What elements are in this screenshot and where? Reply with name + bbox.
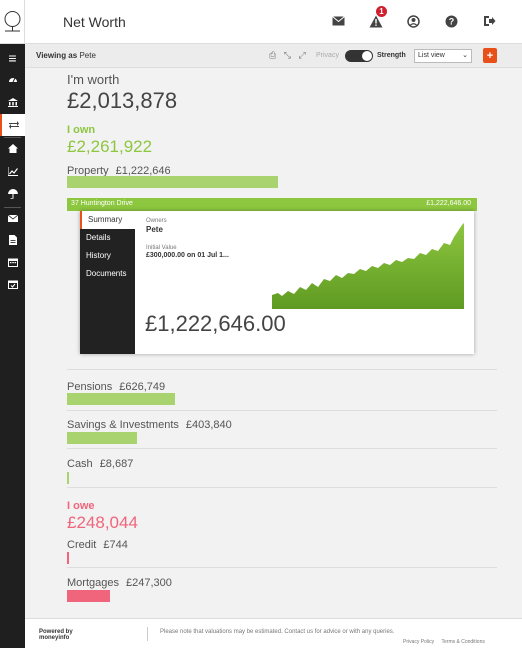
footer: Powered by moneyinfo Please note that val… (25, 618, 522, 648)
owe-value: £248,044 (67, 513, 138, 532)
savings-bar[interactable] (67, 432, 137, 444)
owe-label: I owe (67, 500, 95, 512)
privacy-link[interactable]: Privacy Policy (403, 639, 434, 645)
footer-note: Please note that valuations may be estim… (160, 629, 395, 635)
menu-icon[interactable]: ≡ (0, 48, 25, 68)
sidebar: ≡ (0, 44, 25, 648)
calendar-check-icon[interactable] (0, 274, 25, 294)
logout-icon[interactable] (478, 10, 500, 32)
transfer-icon (8, 121, 19, 129)
expand-icon[interactable]: ⤢ (298, 50, 305, 60)
owners-value: Pete (146, 225, 163, 234)
pensions-category[interactable]: Pensions £626,749 (67, 381, 165, 393)
pensions-bar[interactable] (67, 393, 175, 405)
initial-value: £300,000.00 on 01 Jul 1... (146, 252, 229, 259)
tab-history[interactable]: History (80, 247, 135, 265)
property-bar[interactable] (67, 176, 278, 188)
initial-value-label: Initial Value (146, 245, 177, 251)
tab-documents[interactable]: Documents (80, 265, 135, 283)
view-select[interactable]: List view ⌄ (414, 49, 472, 63)
help-icon[interactable]: ? (440, 10, 462, 32)
alerts-icon[interactable]: 1 (365, 6, 387, 32)
chevron-down-icon: ⌄ (462, 52, 468, 59)
view-toolbar: Viewing as Pete ⎙ ⤡ ⤢ Privacy Strength L… (25, 44, 522, 68)
strength-label: Strength (377, 52, 406, 59)
mortgages-category[interactable]: Mortgages £247,300 (67, 577, 172, 589)
property-header[interactable]: 37 Huntington Drive £1,222,646.00 (67, 198, 477, 211)
tree-logo-icon (4, 11, 21, 32)
viewing-as: Viewing as Pete (36, 51, 96, 60)
cash-category[interactable]: Cash £8,687 (67, 458, 133, 470)
owners-label: Owners (146, 218, 167, 224)
umbrella-icon[interactable] (0, 184, 25, 204)
terms-link[interactable]: Terms & Conditions (442, 639, 485, 645)
dashboard-icon[interactable] (0, 69, 25, 89)
cash-bar[interactable] (67, 472, 69, 484)
envelope-icon[interactable] (0, 208, 25, 228)
logo[interactable] (0, 0, 25, 44)
svg-text:?: ? (448, 16, 454, 26)
alert-count-badge: 1 (376, 6, 387, 17)
add-button[interactable]: + (483, 48, 497, 63)
card-nav: Summary Details History Documents (80, 211, 135, 354)
privacy-toggle[interactable] (345, 50, 373, 62)
savings-category[interactable]: Savings & Investments £403,840 (67, 419, 232, 431)
tab-summary[interactable]: Summary (80, 211, 135, 229)
own-value: £2,261,922 (67, 137, 153, 156)
mortgages-bar[interactable] (67, 590, 110, 602)
page-title: Net Worth (63, 14, 126, 30)
main-content: Viewing as Pete ⎙ ⤡ ⤢ Privacy Strength L… (25, 44, 522, 648)
credit-bar[interactable] (67, 552, 69, 564)
credit-category[interactable]: Credit £744 (67, 539, 128, 551)
worth-value: £2,013,878 (67, 88, 178, 113)
profile-icon[interactable] (402, 10, 424, 32)
property-card: Summary Details History Documents Owners… (80, 211, 474, 354)
home-icon[interactable] (0, 138, 25, 158)
calendar-icon[interactable] (0, 252, 25, 272)
bank-icon[interactable] (0, 92, 25, 112)
chart-icon[interactable] (0, 161, 25, 181)
value-history-chart (272, 223, 464, 309)
messages-icon[interactable] (327, 10, 349, 32)
tab-details[interactable]: Details (80, 229, 135, 247)
footer-links: Privacy Policy Terms & Conditions (403, 639, 485, 645)
document-icon[interactable] (0, 230, 25, 250)
top-bar: Net Worth 1 ? (0, 0, 522, 44)
print-icon[interactable]: ⎙ (269, 50, 276, 60)
collapse-icon[interactable]: ⤡ (284, 50, 291, 60)
property-amount: £1,222,646.00 (145, 311, 286, 336)
worth-label: I'm worth (67, 72, 120, 87)
own-label: I own (67, 124, 96, 136)
tool-icons: ⎙ ⤡ ⤢ (269, 50, 306, 61)
privacy-label: Privacy (316, 52, 339, 59)
powered-by: Powered by moneyinfo (39, 629, 73, 641)
sidebar-item-networth[interactable] (0, 114, 25, 136)
